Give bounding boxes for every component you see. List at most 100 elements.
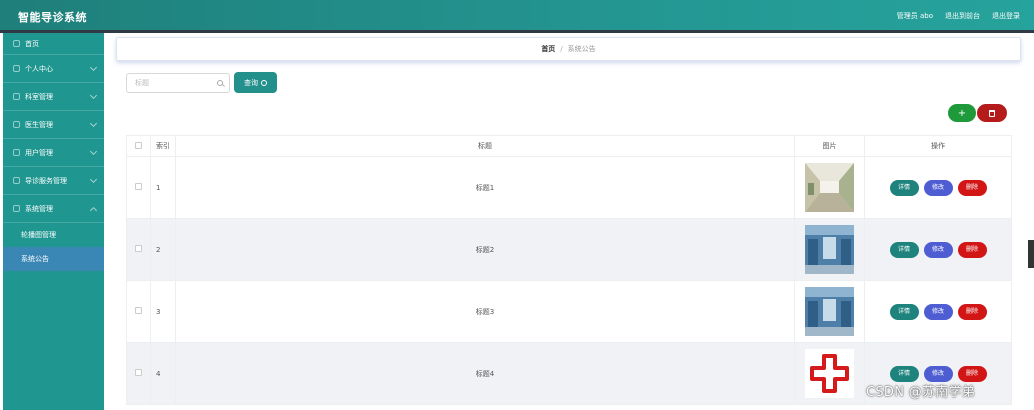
- row-index: 1: [149, 156, 176, 219]
- delete-button[interactable]: 删除: [957, 241, 987, 258]
- sidebar-item-home[interactable]: 首页: [3, 33, 104, 55]
- detail-button[interactable]: 详情: [889, 303, 919, 320]
- row-checkbox[interactable]: [134, 183, 142, 190]
- blue-ward-image: [805, 287, 855, 336]
- header-links: 管理员 abo 退出到前台 退出登录: [897, 11, 1020, 21]
- title-search-input[interactable]: 标题: [126, 73, 230, 93]
- sidebar-item-label: 医生管理: [25, 120, 53, 129]
- app-title: 智能导诊系统: [18, 11, 87, 24]
- announcement-table: 索引 标题 图片 操作 1 标题1 详情 修改 删除 2 标题2 详情 修改 删…: [126, 135, 1012, 405]
- home-icon: [13, 40, 20, 47]
- search-placeholder: 标题: [135, 79, 149, 87]
- table-row: 3 标题3 详情 修改 删除: [126, 280, 1012, 343]
- edit-button[interactable]: 修改: [923, 241, 953, 258]
- sidebar-item-departments[interactable]: 科室管理: [3, 83, 104, 111]
- chevron-down-icon: [89, 91, 98, 100]
- sidebar-item-profile[interactable]: 个人中心: [3, 55, 104, 83]
- row-index: 4: [149, 342, 176, 405]
- edit-button[interactable]: 修改: [923, 179, 953, 196]
- sidebar-item-label: 个人中心: [25, 64, 53, 73]
- gear-icon: [13, 205, 20, 212]
- breadcrumb-home[interactable]: 首页: [541, 44, 555, 54]
- chevron-down-icon: [89, 175, 98, 184]
- row-actions: 详情 修改 删除: [889, 179, 987, 196]
- blue-ward-image: [805, 225, 855, 274]
- sidebar-item-label: 用户管理: [25, 148, 53, 157]
- bulk-delete-button[interactable]: [977, 104, 1007, 122]
- add-icon: +: [957, 107, 967, 119]
- row-index: 2: [149, 218, 176, 281]
- detail-button[interactable]: 详情: [889, 365, 919, 382]
- search-icon: [217, 80, 223, 86]
- row-title: 标题2: [174, 218, 796, 281]
- sidebar-subitem-carousel[interactable]: 轮播图管理: [3, 223, 104, 247]
- select-all-checkbox[interactable]: [134, 141, 142, 149]
- scroll-handle[interactable]: [1028, 240, 1034, 268]
- main-content: 首页 / 系统公告 标题 查询 + 索引 标题 图片 操作 1 标题1 详情 修…: [110, 33, 1034, 410]
- delete-button[interactable]: 删除: [957, 179, 987, 196]
- row-checkbox[interactable]: [134, 245, 142, 252]
- edit-button[interactable]: 修改: [923, 365, 953, 382]
- breadcrumb-separator: /: [560, 45, 563, 53]
- row-actions: 详情 修改 删除: [889, 303, 987, 320]
- header-image: 图片: [794, 135, 866, 157]
- header-title: 标题: [174, 135, 796, 157]
- row-select-cell: [126, 280, 151, 343]
- row-checkbox[interactable]: [134, 369, 142, 376]
- hospital-corridor-image: [805, 163, 855, 212]
- add-button[interactable]: +: [948, 104, 976, 122]
- table-row: 1 标题1 详情 修改 删除: [126, 156, 1012, 219]
- sidebar-item-system[interactable]: 系统管理: [3, 195, 104, 223]
- edit-button[interactable]: 修改: [923, 303, 953, 320]
- delete-button[interactable]: 删除: [957, 303, 987, 320]
- sidebar-item-guidance[interactable]: 导诊服务管理: [3, 167, 104, 195]
- department-icon: [13, 93, 20, 100]
- row-title: 标题1: [174, 156, 796, 219]
- breadcrumb-current: 系统公告: [567, 45, 596, 53]
- sidebar-subitem-announcements[interactable]: 系统公告: [3, 247, 104, 271]
- sidebar-item-users[interactable]: 用户管理: [3, 139, 104, 167]
- logout-link[interactable]: 退出登录: [992, 11, 1020, 21]
- chevron-down-icon: [89, 119, 98, 128]
- breadcrumb: 首页 / 系统公告: [116, 37, 1021, 61]
- row-image-cell: [794, 280, 866, 343]
- sidebar-subitem-label: 系统公告: [21, 255, 49, 263]
- table-row: 2 标题2 详情 修改 删除: [126, 218, 1012, 281]
- row-title: 标题3: [174, 280, 796, 343]
- watermark: CSDN @苏南学弟: [866, 385, 976, 400]
- row-actions: 详情 修改 删除: [889, 241, 987, 258]
- row-select-cell: [126, 342, 151, 405]
- row-ops-cell: 详情 修改 删除: [864, 156, 1012, 219]
- row-image-cell: [794, 218, 866, 281]
- top-header: 智能导诊系统 管理员 abo 退出到前台 退出登录: [0, 0, 1034, 30]
- detail-button[interactable]: 详情: [889, 241, 919, 258]
- header-index: 索引: [149, 135, 176, 157]
- detail-button[interactable]: 详情: [889, 179, 919, 196]
- header-ops: 操作: [864, 135, 1012, 157]
- row-ops-cell: 详情 修改 删除: [864, 280, 1012, 343]
- chevron-up-icon: [89, 206, 98, 215]
- row-checkbox[interactable]: [134, 307, 142, 314]
- query-button[interactable]: 查询: [234, 72, 277, 93]
- delete-button[interactable]: 删除: [957, 365, 987, 382]
- sidebar-subitem-label: 轮播图管理: [21, 231, 56, 239]
- row-actions: 详情 修改 删除: [889, 365, 987, 382]
- row-select-cell: [126, 218, 151, 281]
- sidebar: 首页 个人中心 科室管理 医生管理 用户管理 导诊服务管理 系统管理 轮播图管理…: [3, 33, 104, 410]
- service-icon: [13, 177, 20, 184]
- row-index: 3: [149, 280, 176, 343]
- chevron-down-icon: [89, 147, 98, 156]
- sidebar-item-label: 系统管理: [25, 204, 53, 213]
- users-icon: [13, 149, 20, 156]
- user-icon: [13, 65, 20, 72]
- sidebar-item-label: 首页: [25, 39, 39, 48]
- table-header-row: 索引 标题 图片 操作: [126, 135, 1012, 157]
- query-button-label: 查询: [244, 78, 258, 87]
- row-title: 标题4: [174, 342, 796, 405]
- chevron-down-icon: [89, 63, 98, 72]
- row-image-cell: [794, 342, 866, 405]
- select-all-cell: [126, 135, 151, 157]
- sidebar-item-doctors[interactable]: 医生管理: [3, 111, 104, 139]
- back-to-front-link[interactable]: 退出到前台: [945, 11, 980, 21]
- sidebar-item-label: 科室管理: [25, 92, 53, 101]
